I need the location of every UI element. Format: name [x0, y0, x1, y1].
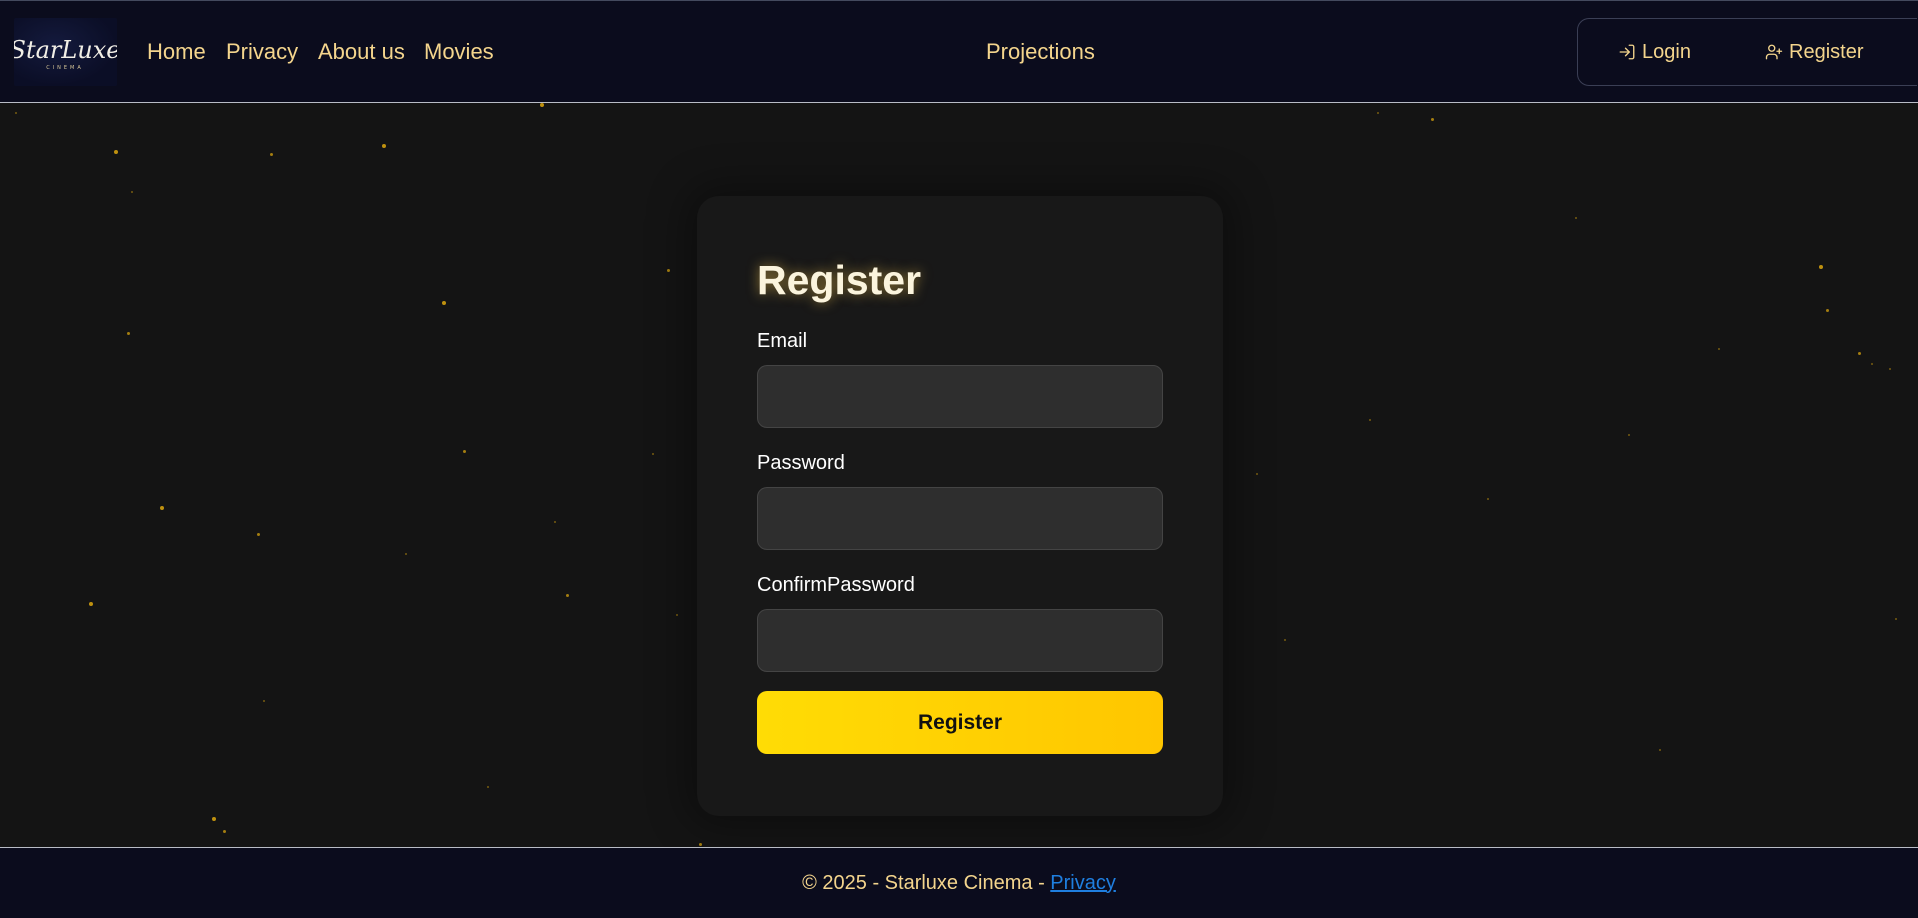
star-dot: [382, 144, 386, 148]
star-dot: [566, 594, 569, 597]
login-link[interactable]: Login: [1618, 40, 1691, 64]
star-dot: [270, 153, 273, 156]
star-dot: [487, 786, 489, 788]
star-dot: [1819, 265, 1823, 269]
page-footer: © 2025 - Starluxe Cinema - Privacy: [0, 847, 1918, 918]
password-label: Password: [757, 452, 845, 474]
login-label: Login: [1642, 41, 1691, 63]
star-dot: [15, 112, 17, 114]
footer-copyright: © 2025 - Starluxe Cinema -: [802, 871, 1051, 894]
email-field[interactable]: [757, 365, 1163, 428]
star-dot: [160, 506, 164, 510]
star-dot: [1369, 419, 1371, 421]
star-dot: [127, 332, 130, 335]
nav-projections-link[interactable]: Projections: [986, 39, 1095, 65]
logo-icon: StarLuxe CINEMA: [14, 36, 117, 71]
star-dot: [1487, 498, 1489, 500]
star-dot: [131, 191, 133, 193]
star-dot: [1377, 112, 1379, 114]
star-dot: [540, 103, 544, 107]
footer-privacy-link[interactable]: Privacy: [1050, 872, 1116, 895]
star-dot: [1659, 749, 1661, 751]
star-dot: [257, 533, 260, 536]
star-dot: [1826, 309, 1829, 312]
star-dot: [652, 453, 654, 455]
register-title: Register: [757, 257, 922, 303]
register-submit-button[interactable]: Register: [757, 691, 1163, 754]
star-dot: [114, 150, 118, 154]
star-dot: [1431, 118, 1434, 121]
star-dot: [1628, 434, 1630, 436]
star-dot: [554, 521, 556, 523]
star-dot: [1871, 363, 1873, 365]
star-dot: [1889, 368, 1891, 370]
star-dot: [263, 700, 265, 702]
star-dot: [1895, 618, 1897, 620]
star-dot: [89, 602, 93, 606]
register-card: Register Email Password ConfirmPassword …: [697, 196, 1223, 816]
star-dot: [1718, 348, 1720, 350]
nav-privacy-link[interactable]: Privacy: [226, 39, 298, 65]
star-dot: [1858, 352, 1861, 355]
star-dot: [1256, 473, 1258, 475]
password-field[interactable]: [757, 487, 1163, 550]
login-icon: [1619, 44, 1635, 60]
register-link[interactable]: Register: [1765, 40, 1863, 64]
confirm-password-label: ConfirmPassword: [757, 574, 915, 596]
star-dot: [1284, 639, 1286, 641]
star-dot: [405, 553, 407, 555]
star-dot: [699, 843, 702, 846]
star-dot: [212, 817, 216, 821]
user-plus-icon: [1765, 44, 1783, 60]
register-label: Register: [1789, 41, 1864, 63]
star-dot: [667, 269, 670, 272]
nav-movies-link[interactable]: Movies: [424, 39, 494, 65]
star-dot: [676, 614, 678, 616]
logo-subtext: CINEMA: [46, 65, 84, 71]
nav-about-link[interactable]: About us: [318, 39, 405, 65]
star-dot: [1575, 217, 1577, 219]
star-dot: [223, 830, 226, 833]
nav-home-link[interactable]: Home: [147, 39, 206, 65]
star-dot: [463, 450, 466, 453]
logo-text: StarLuxe: [14, 36, 117, 64]
star-dot: [442, 301, 446, 305]
starluxe-logo[interactable]: StarLuxe CINEMA: [14, 18, 117, 86]
confirm-password-field[interactable]: [757, 609, 1163, 672]
top-navbar: StarLuxe CINEMA Home Privacy About us Mo…: [0, 0, 1918, 103]
email-label: Email: [757, 330, 808, 352]
